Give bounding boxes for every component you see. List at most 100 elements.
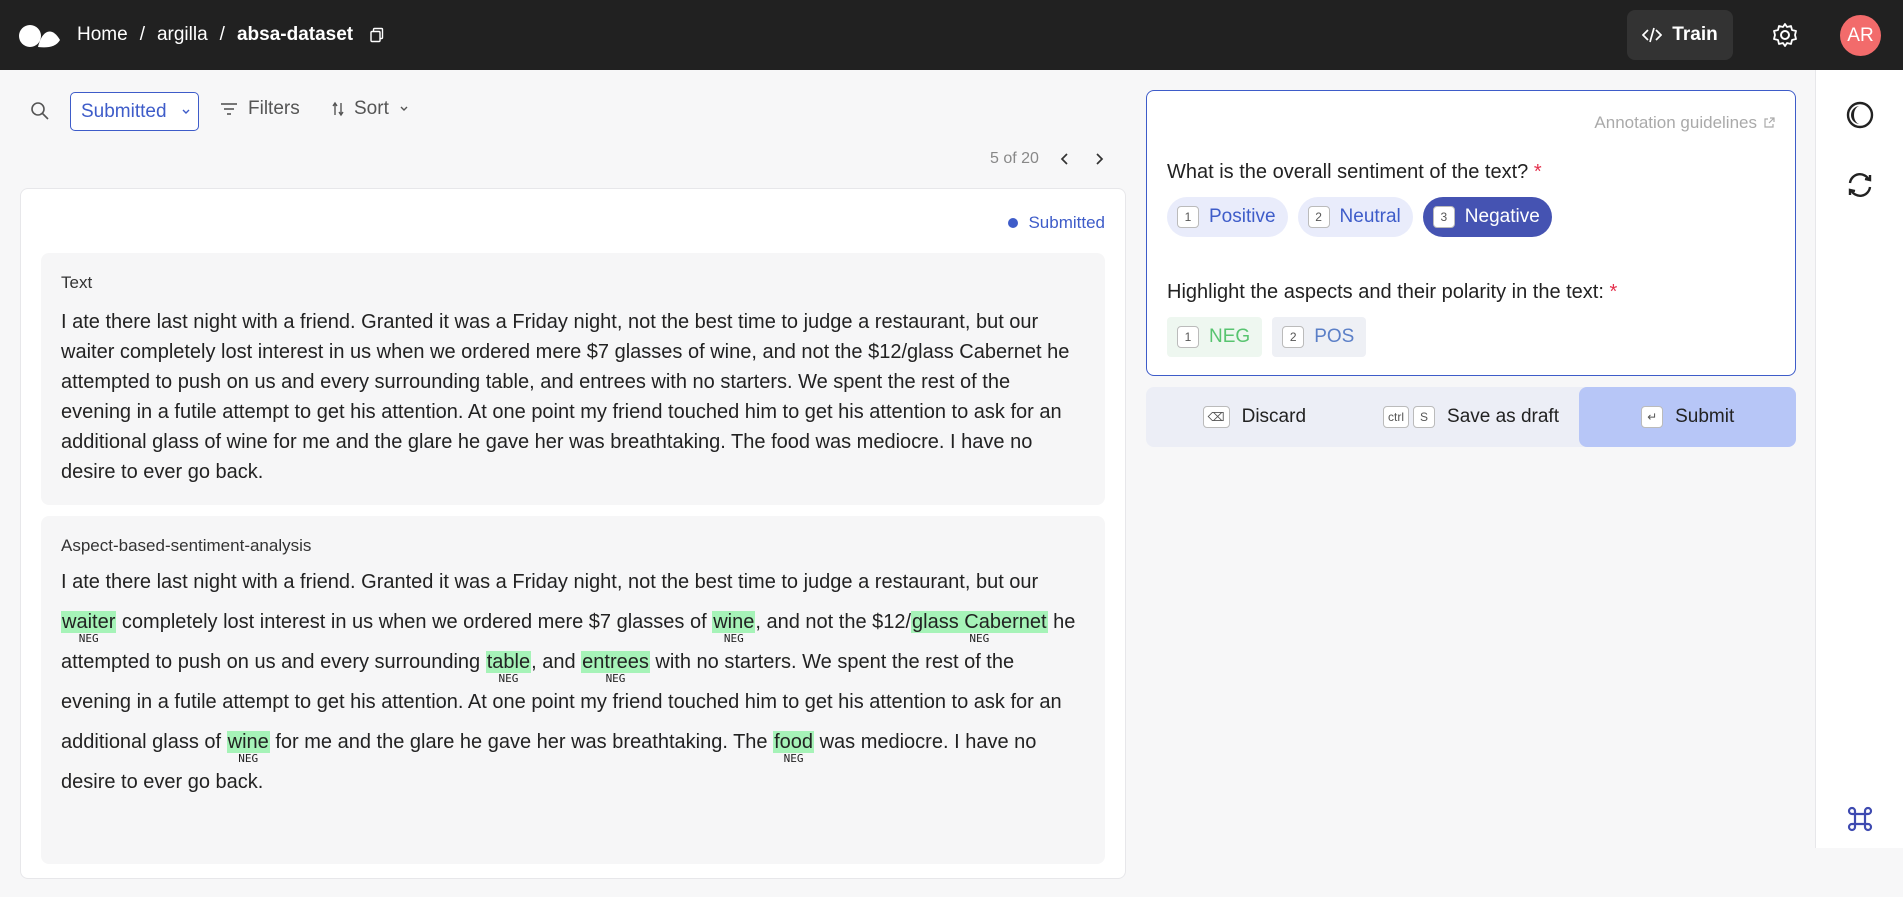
chevron-right-icon[interactable] <box>1091 151 1107 167</box>
plain-text-segment: I ate there last night with a friend. Gr… <box>61 571 1039 593</box>
pagination: 5 of 20 <box>990 150 1107 168</box>
shortcut-keys: ctrl S <box>1383 406 1436 428</box>
plain-text-segment: , and <box>531 651 582 673</box>
shortcut-key: 3 <box>1432 206 1455 228</box>
span-text: food <box>774 731 814 753</box>
status-badge: Submitted <box>1008 213 1105 233</box>
s-key: S <box>1413 406 1436 428</box>
form-actions: ⌫ Discard ctrl S Save as draft ↵ Submit <box>1146 387 1797 447</box>
absa-field: Aspect-based-sentiment-analysis I ate th… <box>41 516 1105 864</box>
save-draft-button[interactable]: ctrl S Save as draft <box>1363 387 1580 447</box>
field-title: Text <box>61 273 93 292</box>
train-label: Train <box>1672 24 1718 45</box>
breadcrumb-workspace[interactable]: argilla <box>157 24 208 46</box>
gear-icon[interactable] <box>1771 21 1799 49</box>
code-icon <box>1642 27 1663 43</box>
refresh-icon[interactable] <box>1845 170 1875 200</box>
breadcrumb-dataset: absa-dataset <box>236 24 354 45</box>
chevron-down-icon <box>400 106 408 111</box>
submit-button[interactable]: ↵ Submit <box>1579 387 1797 447</box>
required-mark: * <box>1533 161 1542 183</box>
top-navigation-bar: Home / argilla / absa-dataset Train AR <box>0 0 1903 70</box>
span-label-neg[interactable]: 1 NEG <box>1167 317 1263 357</box>
breadcrumb: Home / argilla / absa-dataset <box>77 0 385 70</box>
annotated-span[interactable]: table NEG <box>485 651 532 685</box>
submit-label: Submit <box>1675 406 1735 427</box>
breadcrumb-separator: / <box>219 24 225 45</box>
span-text: entrees <box>582 651 649 673</box>
record-card: Submitted Text I ate there last night wi… <box>20 188 1126 879</box>
breadcrumb-separator: / <box>139 24 145 45</box>
span-text: wine <box>227 731 269 753</box>
span-annotation-text[interactable]: I ate there last night with a friend. Gr… <box>61 562 1085 802</box>
external-link-icon <box>1764 117 1775 128</box>
shortcut-key: 1 <box>1177 326 1199 348</box>
right-sidebar <box>1815 70 1903 848</box>
option-positive[interactable]: 1 Positive <box>1167 197 1288 237</box>
filter-icon <box>221 103 237 115</box>
discard-button[interactable]: ⌫ Discard <box>1146 387 1363 447</box>
logo-icon[interactable] <box>18 20 62 50</box>
questions-form: Annotation guidelines What is the overal… <box>1146 90 1796 376</box>
status-filter-dropdown[interactable]: Submitted <box>70 92 199 131</box>
span-text: wine <box>713 611 755 633</box>
question-text: What is the overall sentiment of the tex… <box>1167 161 1529 183</box>
option-label: Positive <box>1209 206 1276 227</box>
train-button[interactable]: Train <box>1627 10 1733 60</box>
option-label: Negative <box>1464 206 1540 227</box>
option-neutral[interactable]: 2 Neutral <box>1297 197 1413 237</box>
annotated-span[interactable]: food NEG <box>773 731 815 765</box>
sort-button[interactable]: Sort <box>332 98 409 120</box>
chevron-left-icon[interactable] <box>1057 151 1073 167</box>
span-label-text: NEG <box>1209 326 1251 347</box>
span-label-tag: NEG <box>78 632 99 645</box>
option-negative[interactable]: 3 Negative <box>1422 197 1552 237</box>
plain-text-segment: completely lost interest in us when we o… <box>116 611 713 633</box>
save-draft-label: Save as draft <box>1447 406 1559 427</box>
sentiment-options: 1 Positive 2 Neutral 3 Negative <box>1167 197 1552 237</box>
required-mark: * <box>1609 281 1618 303</box>
option-label: Neutral <box>1339 206 1401 227</box>
sort-icon <box>332 101 344 117</box>
theme-icon[interactable] <box>1845 100 1875 130</box>
text-field: Text I ate there last night with a frien… <box>41 253 1105 505</box>
span-label-text: POS <box>1314 326 1355 347</box>
annotated-span[interactable]: glass Cabernet NEG <box>911 611 1048 645</box>
span-label-tag: NEG <box>783 752 804 765</box>
annotated-span[interactable]: waiter NEG <box>61 611 117 645</box>
command-icon[interactable] <box>1845 804 1875 834</box>
span-label-options: 1 NEG 2 POS <box>1167 317 1367 357</box>
plain-text-segment: for me and the glare he gave her was bre… <box>269 731 774 753</box>
span-label-pos[interactable]: 2 POS <box>1272 317 1367 357</box>
span-text: glass Cabernet <box>912 611 1047 633</box>
field-title: Aspect-based-sentiment-analysis <box>61 536 312 555</box>
span-label-tag: NEG <box>238 752 259 765</box>
span-label-tag: NEG <box>723 632 744 645</box>
status-label: Submitted <box>1028 213 1105 232</box>
discard-label: Discard <box>1241 406 1307 427</box>
plain-text-segment: , and not the $12/ <box>755 611 912 633</box>
copy-icon[interactable] <box>369 27 385 43</box>
span-label-tag: NEG <box>605 672 626 685</box>
filters-button[interactable]: Filters <box>220 98 300 120</box>
breadcrumb-home[interactable]: Home <box>77 24 128 46</box>
annotated-span[interactable]: wine NEG <box>712 611 756 645</box>
shortcut-key: 1 <box>1177 206 1199 228</box>
annotation-guidelines-link[interactable]: Annotation guidelines <box>1594 113 1775 133</box>
guidelines-label: Annotation guidelines <box>1594 113 1757 132</box>
ctrl-key: ctrl <box>1383 406 1410 428</box>
search-icon[interactable] <box>30 101 50 121</box>
span-label-tag: NEG <box>498 672 519 685</box>
sentiment-question-title: What is the overall sentiment of the tex… <box>1167 161 1542 184</box>
chevron-down-icon <box>182 109 190 114</box>
annotated-span[interactable]: wine NEG <box>226 731 270 765</box>
status-filter-value: Submitted <box>81 100 167 122</box>
aspects-question-title: Highlight the aspects and their polarity… <box>1167 281 1617 304</box>
filters-label: Filters <box>248 98 300 119</box>
field-content: I ate there last night with a friend. Gr… <box>61 311 1070 483</box>
span-text: table <box>486 651 531 673</box>
question-text: Highlight the aspects and their polarity… <box>1167 281 1604 303</box>
annotated-span[interactable]: entrees NEG <box>581 651 650 685</box>
avatar[interactable]: AR <box>1840 15 1881 56</box>
shortcut-key: 2 <box>1282 326 1305 348</box>
